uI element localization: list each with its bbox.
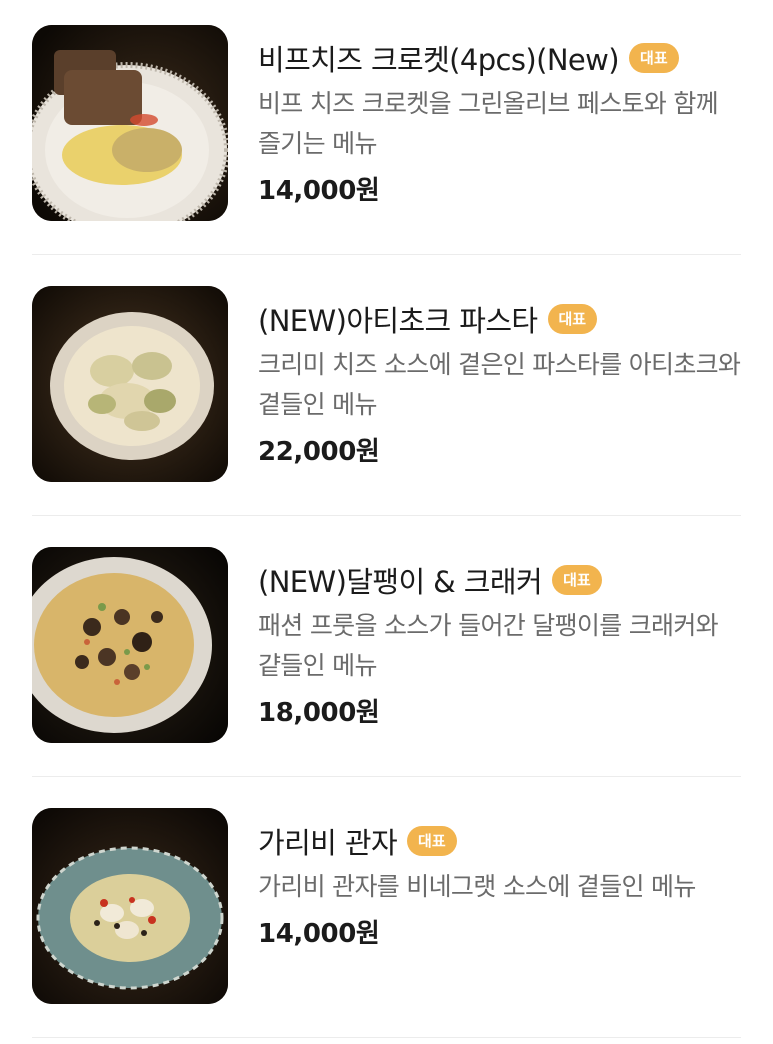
signature-badge: 대표: [629, 43, 679, 73]
menu-list: 비프치즈 크로켓(4pcs)(New) 대표 비프 치즈 크로켓을 그린올리브 …: [0, 0, 773, 1042]
menu-item-description: 패션 프룻을 소스가 들어간 달팽이를 크래커와 걑들인 메뉴: [258, 611, 719, 680]
signature-badge: 대표: [407, 826, 457, 856]
menu-item-snail-cracker[interactable]: (NEW)달팽이 & 크래커 대표 패션 프룻을 소스가 들어간 달팽이를 크래…: [0, 522, 773, 783]
menu-item-beef-cheese-croquette[interactable]: 비프치즈 크로켓(4pcs)(New) 대표 비프 치즈 크로켓을 그린올리브 …: [0, 0, 773, 261]
item-divider: [32, 1037, 741, 1038]
menu-item-name: (NEW)아티초크 파스타: [258, 304, 538, 338]
menu-item-name: (NEW)달팽이 & 크래커: [258, 565, 543, 599]
artichoke-pasta-photo: [32, 286, 228, 482]
menu-item-price: 14,000원: [258, 176, 380, 206]
menu-item-description: 가리비 관자를 비네그랫 소스에 곁들인 메뉴: [258, 872, 696, 901]
item-divider: [32, 254, 741, 255]
menu-item-artichoke-pasta[interactable]: (NEW)아티초크 파스타 대표 크리미 치즈 소스에 곁은인 파스타를 아티초…: [0, 261, 773, 522]
menu-item-price: 14,000원: [258, 919, 380, 949]
item-divider: [32, 776, 741, 777]
signature-badge: 대표: [552, 565, 602, 595]
item-divider: [32, 515, 741, 516]
menu-item-price: 18,000원: [258, 698, 380, 728]
menu-item-name: 비프치즈 크로켓(4pcs)(New): [258, 43, 620, 77]
menu-item-scallop[interactable]: 가리비 관자 대표 가리비 관자를 비네그랫 소스에 곁들인 메뉴 14,000…: [0, 783, 773, 1044]
scallop-photo: [32, 808, 228, 1004]
beef-cheese-croquette-photo: [32, 25, 228, 221]
snail-cracker-photo: [32, 547, 228, 743]
menu-item-description: 비프 치즈 크로켓을 그린올리브 페스토와 함께 즐기는 메뉴: [258, 89, 719, 158]
menu-item-name: 가리비 관자: [258, 826, 398, 860]
signature-badge: 대표: [547, 304, 598, 334]
menu-item-price: 22,000원: [258, 437, 380, 467]
menu-item-description: 크리미 치즈 소스에 곁은인 파스타를 아티초크와 곁들인 메뉴: [258, 350, 741, 419]
